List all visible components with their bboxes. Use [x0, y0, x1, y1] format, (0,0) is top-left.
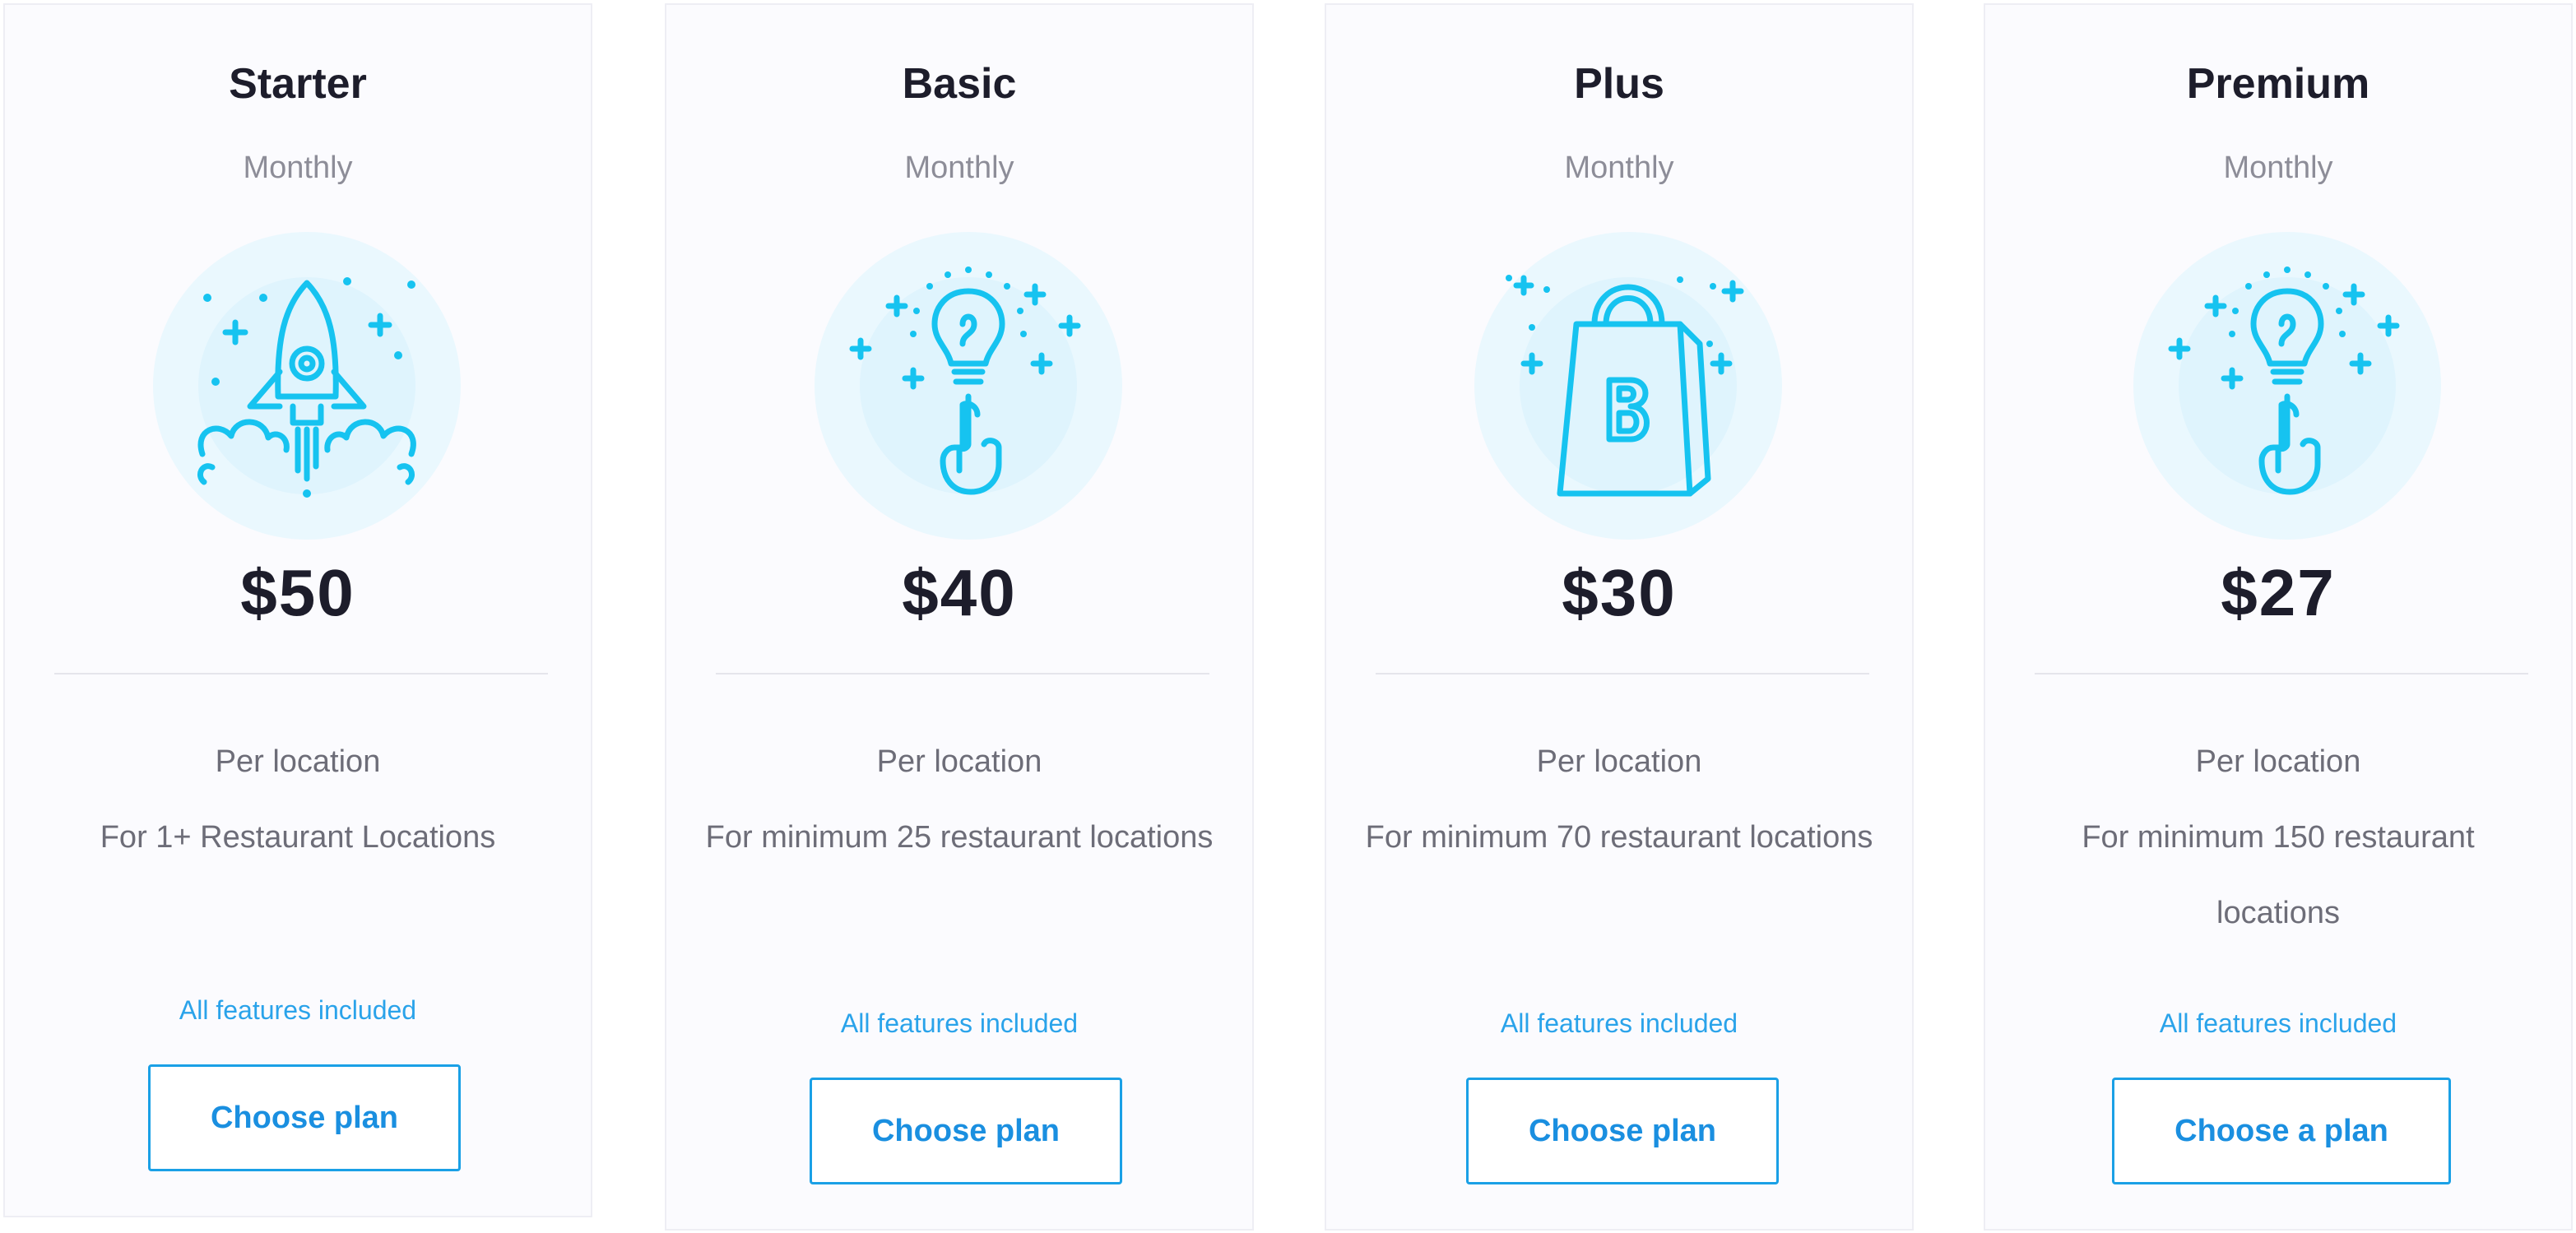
- plan-description: For minimum 150 restaurant locations: [2082, 820, 2475, 930]
- plan-unit: Per location: [215, 744, 381, 779]
- plan-description: For 1+ Restaurant Locations: [100, 820, 496, 855]
- plan-card-starter: Starter Monthly $50 Per location For 1+ …: [3, 3, 592, 1217]
- plan-unit: Per location: [876, 744, 1042, 779]
- plan-price: $50: [240, 556, 355, 629]
- plan-name: Plus: [1574, 60, 1664, 108]
- plan-unit: Per location: [2195, 744, 2361, 779]
- plan-unit: Per location: [1536, 744, 1702, 779]
- features-included-label: All features included: [2159, 1008, 2397, 1038]
- choose-plan-button-starter[interactable]: Choose plan: [148, 1064, 461, 1171]
- features-included-label: All features included: [1500, 1008, 1738, 1038]
- divider: [716, 673, 1209, 674]
- features-included-label: All features included: [840, 1008, 1079, 1038]
- divider: [54, 673, 548, 674]
- plan-name: Premium: [2186, 60, 2370, 108]
- plan-period: Monthly: [1564, 151, 1674, 185]
- plan-card-premium: Premium Monthly $27 Per location For min…: [1984, 3, 2573, 1231]
- shopping-bag-icon: [1474, 232, 1782, 540]
- divider: [2035, 673, 2528, 674]
- plan-description: For minimum 25 restaurant locations: [705, 820, 1214, 855]
- lightbulb-idea-icon: [2133, 232, 2441, 540]
- plan-card-basic: Basic Monthly $40 Per location For minim…: [665, 3, 1254, 1231]
- divider: [1376, 673, 1869, 674]
- features-included-label: All features included: [179, 995, 417, 1025]
- plan-description: For minimum 70 restaurant locations: [1365, 820, 1873, 855]
- plan-period: Monthly: [2223, 151, 2333, 185]
- plan-period: Monthly: [243, 151, 353, 185]
- plan-price: $27: [2221, 556, 2336, 629]
- plan-name: Basic: [902, 60, 1017, 108]
- plan-price: $30: [1562, 556, 1677, 629]
- plan-card-plus: Plus Monthly $30 Per location For minimu…: [1325, 3, 1914, 1231]
- choose-plan-button-premium[interactable]: Choose a plan: [2112, 1078, 2451, 1184]
- rocket-icon: [153, 232, 461, 540]
- plan-name: Starter: [229, 60, 367, 108]
- choose-plan-button-plus[interactable]: Choose plan: [1466, 1078, 1779, 1184]
- plan-price: $40: [902, 556, 1017, 629]
- choose-plan-button-basic[interactable]: Choose plan: [810, 1078, 1122, 1184]
- lightbulb-idea-icon: [815, 232, 1122, 540]
- plan-period: Monthly: [904, 151, 1014, 185]
